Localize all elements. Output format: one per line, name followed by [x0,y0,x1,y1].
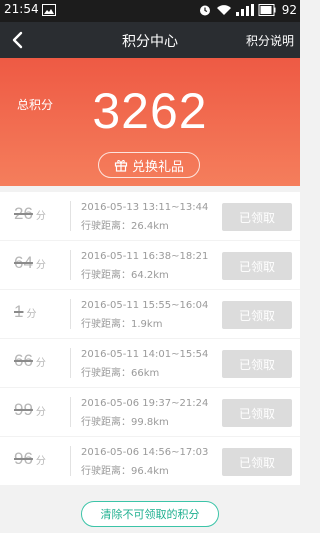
claimed-button[interactable]: 已领取 [222,399,292,427]
status-time: 21:54 [4,2,39,16]
row-divider [70,397,71,427]
record-time: 2016-05-06 19:37~21:24 [81,398,209,409]
claimed-button[interactable]: 已领取 [222,252,292,280]
status-bar: 21:54 92 [0,0,300,22]
record-points-unit: 分 [35,456,46,467]
record-row: 66 分 2016-05-11 14:01~15:54 行驶距离：66km 已领取 [0,339,300,387]
signal-icon [236,4,254,16]
record-distance: 行驶距离：96.4km [81,462,169,477]
row-divider [70,250,71,280]
gift-icon [114,160,128,172]
record-points-value: 66 [14,351,33,370]
record-points: 1分 [14,302,70,326]
distance-label: 行驶距离： [81,221,131,232]
distance-label: 行驶距离： [81,319,131,330]
distance-label: 行驶距离： [81,417,131,428]
distance-label: 行驶距离： [81,466,131,477]
record-row: 64 分 2016-05-11 16:38~18:21 行驶距离：64.2km 已… [0,241,300,289]
row-divider [70,446,71,476]
row-divider [70,201,71,231]
points-help-link[interactable]: 积分说明 [246,32,294,49]
record-time: 2016-05-11 15:55~16:04 [81,300,209,311]
claimed-button[interactable]: 已领取 [222,448,292,476]
nav-bar: 积分中心 积分说明 [0,22,300,58]
record-points-unit: 分 [35,211,46,222]
record-row: 96 分 2016-05-06 14:56~17:03 行驶距离：96.4km 已… [0,437,300,485]
distance-value: 64.2km [131,270,169,281]
total-points-value: 3262 [92,83,208,139]
record-points-value: 99 [14,400,33,419]
claimed-button[interactable]: 已领取 [222,203,292,231]
record-points: 99 分 [14,400,70,424]
record-distance: 行驶距离：66km [81,364,159,379]
distance-value: 99.8km [131,417,169,428]
record-points-value: 26 [14,204,33,223]
record-points-value: 1 [14,302,24,321]
record-points-value: 96 [14,449,33,468]
record-distance: 行驶距离：99.8km [81,413,169,428]
claimed-button[interactable]: 已领取 [222,350,292,378]
record-distance: 行驶距离：1.9km [81,315,162,330]
distance-value: 96.4km [131,466,169,477]
record-row: 1分 2016-05-11 15:55~16:04 行驶距离：1.9km 已领取 [0,290,300,338]
points-summary: 总积分 3262 兑换礼品 [0,58,300,186]
record-time: 2016-05-06 14:56~17:03 [81,447,209,458]
record-points-unit: 分 [35,358,46,369]
image-icon [42,4,56,16]
row-divider [70,348,71,378]
record-distance: 行驶距离：64.2km [81,266,169,281]
record-points-value: 64 [14,253,33,272]
distance-value: 66km [131,368,160,379]
record-points: 96 分 [14,449,70,473]
record-row: 99 分 2016-05-06 19:37~21:24 行驶距离：99.8km 已… [0,388,300,436]
record-points: 26 分 [14,204,70,228]
claimed-button[interactable]: 已领取 [222,301,292,329]
distance-label: 行驶距离： [81,368,131,379]
redeem-gift-label: 兑换礼品 [131,159,184,175]
alarm-icon [200,5,210,16]
record-points-unit: 分 [26,309,37,320]
record-points: 64 分 [14,253,70,277]
record-row: 26 分 2016-05-13 13:11~13:44 行驶距离：26.4km 已… [0,192,300,240]
record-distance: 行驶距离：26.4km [81,217,169,232]
redeem-gift-button[interactable]: 兑换礼品 [98,152,200,178]
wifi-icon [217,5,231,15]
clear-unclaimable-points-button[interactable]: 清除不可领取的积分 [81,501,219,527]
record-points: 66 分 [14,351,70,375]
record-time: 2016-05-13 13:11~13:44 [81,202,209,213]
distance-value: 26.4km [131,221,169,232]
distance-label: 行驶距离： [81,270,131,281]
battery-icon [258,4,276,16]
record-points-unit: 分 [35,260,46,271]
distance-value: 1.9km [131,319,163,330]
record-time: 2016-05-11 14:01~15:54 [81,349,209,360]
record-points-unit: 分 [35,407,46,418]
row-divider [70,299,71,329]
battery-level: 92 [281,3,297,17]
record-time: 2016-05-11 16:38~18:21 [81,251,209,262]
